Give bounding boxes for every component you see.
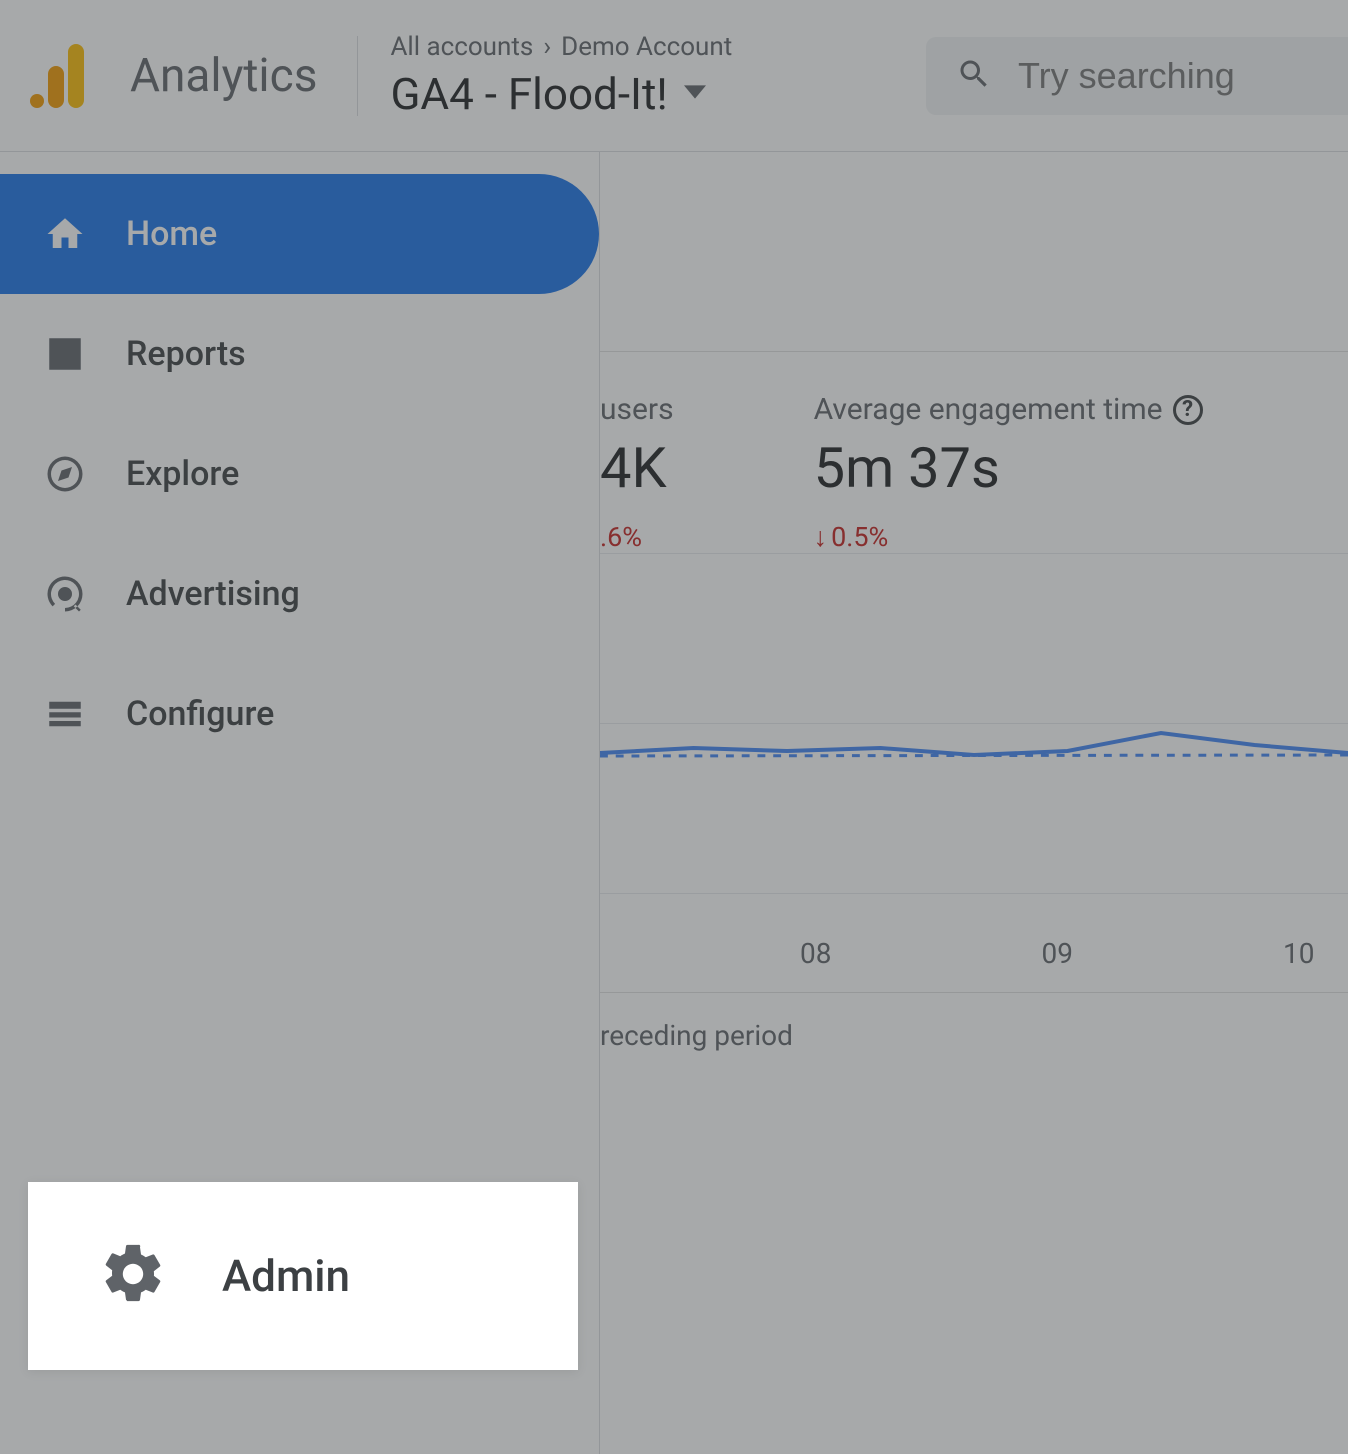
sidebar-item-home[interactable]: Home: [0, 174, 599, 294]
property-name[interactable]: GA4 - Flood-It!: [390, 68, 667, 120]
admin-button[interactable]: Admin: [28, 1182, 578, 1370]
sidebar-item-label: Reports: [126, 334, 246, 374]
home-icon: [44, 213, 86, 255]
dropdown-icon[interactable]: [684, 84, 706, 103]
search-input[interactable]: [1018, 55, 1318, 97]
sidebar-item-advertising[interactable]: Advertising: [0, 534, 599, 654]
line-chart[interactable]: 08 09 10: [600, 553, 1348, 993]
property-picker[interactable]: All accounts › Demo Account GA4 - Flood-…: [390, 32, 732, 120]
explore-icon: [44, 453, 86, 495]
help-icon[interactable]: ?: [1173, 395, 1203, 425]
sidebar-item-label: Advertising: [126, 574, 300, 614]
metric-users[interactable]: users 4K .6%: [600, 392, 674, 553]
metric-delta: ↓ 0.5%: [814, 521, 1203, 553]
metric-value: 4K: [600, 435, 674, 501]
sidebar-item-explore[interactable]: Explore: [0, 414, 599, 534]
breadcrumb-child[interactable]: Demo Account: [561, 32, 732, 62]
arrow-down-icon: ↓: [814, 521, 828, 553]
admin-label: Admin: [222, 1250, 350, 1302]
metric-delta: .6%: [600, 521, 674, 553]
bar-chart-icon: [44, 333, 86, 375]
comparison-period-label: receding period: [600, 1019, 1348, 1052]
x-tick: 08: [800, 937, 831, 970]
main-content: users 4K .6% Average engagement time ? 5…: [600, 152, 1348, 1454]
sidebar-item-reports[interactable]: Reports: [0, 294, 599, 414]
search-bar[interactable]: [926, 37, 1348, 115]
sidebar-item-label: Explore: [126, 454, 239, 494]
search-icon: [956, 56, 992, 96]
breadcrumb[interactable]: All accounts › Demo Account: [390, 32, 732, 62]
x-tick: 10: [1283, 937, 1314, 970]
metric-title: users: [600, 392, 674, 427]
product-name: Analytics: [130, 49, 317, 103]
sidebar-item-label: Home: [126, 214, 217, 254]
metric-engagement[interactable]: Average engagement time ? 5m 37s ↓ 0.5%: [814, 392, 1203, 553]
breadcrumb-parent[interactable]: All accounts: [390, 32, 533, 62]
x-tick: 09: [1041, 937, 1072, 970]
sidebar-item-label: Configure: [126, 694, 274, 734]
x-axis-ticks: 08 09 10: [600, 937, 1348, 970]
metric-value: 5m 37s: [814, 435, 1203, 501]
advertising-icon: [44, 573, 86, 615]
table-icon: [44, 693, 86, 735]
chevron-right-icon: ›: [543, 32, 551, 62]
app-header: Analytics All accounts › Demo Account GA…: [0, 0, 1348, 152]
divider: [357, 36, 358, 116]
analytics-logo-icon: [30, 44, 84, 108]
sidebar-item-configure[interactable]: Configure: [0, 654, 599, 774]
gear-icon: [98, 1239, 168, 1313]
metric-title: Average engagement time ?: [814, 392, 1203, 427]
